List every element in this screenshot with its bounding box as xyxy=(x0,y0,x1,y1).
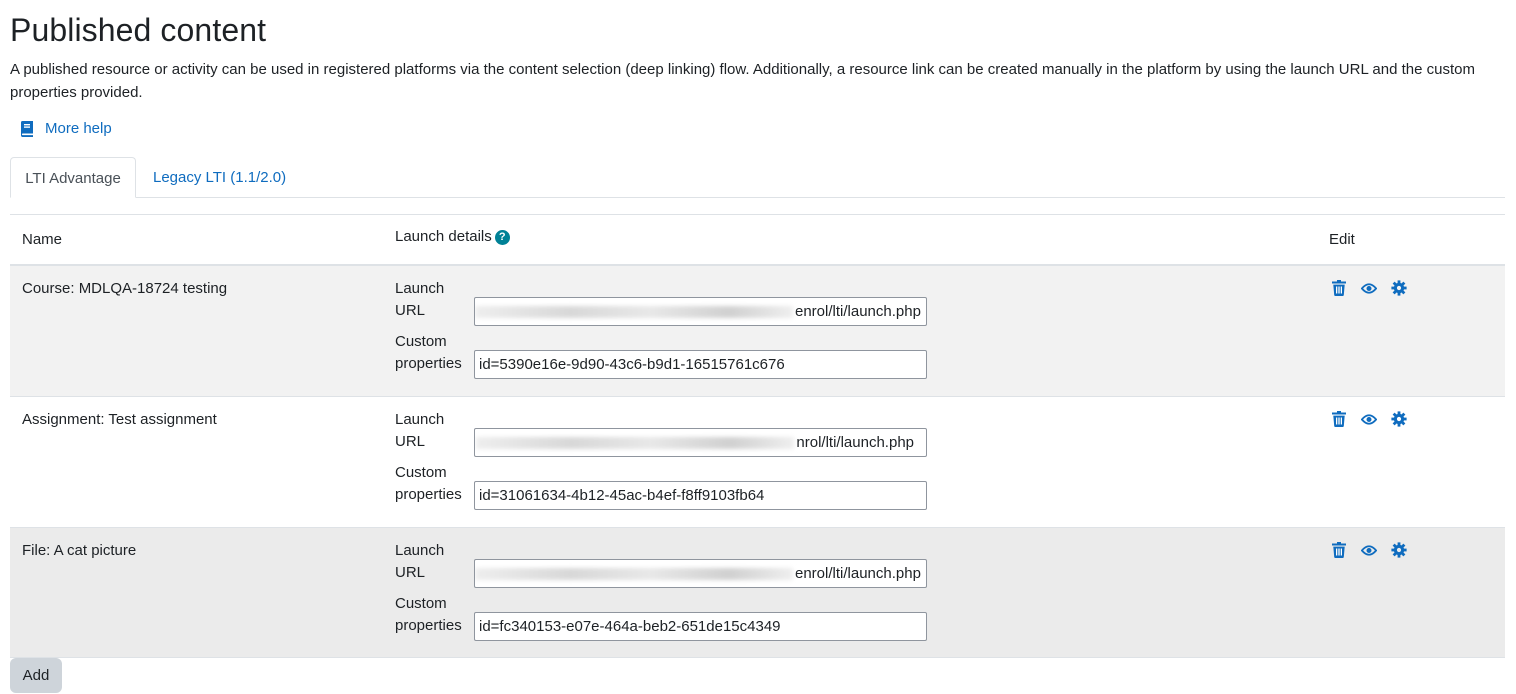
add-button[interactable]: Add xyxy=(10,658,62,693)
row-name: File: A cat picture xyxy=(22,542,137,559)
custom-properties-label: Custom properties xyxy=(395,595,462,634)
eye-icon[interactable] xyxy=(1361,280,1377,296)
custom-properties-field[interactable]: id=31061634-4b12-45ac-b4ef-f8ff9103fb64 xyxy=(474,481,927,510)
launch-url-label: Launch URL xyxy=(395,280,445,319)
launch-url-label: Launch URL xyxy=(395,542,445,581)
header-name: Name xyxy=(22,231,63,248)
custom-properties-label: Custom properties xyxy=(395,464,462,503)
trash-icon[interactable] xyxy=(1331,542,1347,558)
redacted-url xyxy=(476,437,795,450)
redacted-url xyxy=(475,306,793,319)
custom-properties-field[interactable]: id=5390e16e-9d90-43c6-b9d1-16515761c676 xyxy=(474,350,927,379)
book-icon xyxy=(21,120,33,137)
published-content-table: Name Launch details ? Edit Course: MDLQA… xyxy=(10,214,1505,658)
trash-icon[interactable] xyxy=(1331,411,1347,427)
launch-url-field[interactable]: enrol/lti/launch.php xyxy=(474,297,927,326)
header-launch-label: Launch details xyxy=(395,228,492,245)
gear-icon[interactable] xyxy=(1391,411,1407,427)
launch-url-field[interactable]: nrol/lti/launch.php xyxy=(474,428,927,457)
trash-icon[interactable] xyxy=(1331,280,1347,296)
header-launch-details: Launch details ? xyxy=(395,212,510,262)
redacted-url xyxy=(475,568,793,581)
table-row: Assignment: Test assignment Launch URL nr… xyxy=(10,397,1505,528)
more-help-label: More help xyxy=(45,120,112,137)
row-actions xyxy=(1331,280,1407,296)
page-title: Published content xyxy=(10,12,267,48)
row-actions xyxy=(1331,411,1407,427)
table-header: Name Launch details ? Edit xyxy=(10,215,1505,266)
row-actions xyxy=(1331,542,1407,558)
gear-icon[interactable] xyxy=(1391,542,1407,558)
tab-legacy-lti[interactable]: Legacy LTI (1.1/2.0) xyxy=(137,157,302,198)
custom-properties-label: Custom properties xyxy=(395,333,462,372)
launch-url-label: Launch URL xyxy=(395,411,445,450)
eye-icon[interactable] xyxy=(1361,411,1377,427)
more-help-link[interactable]: More help xyxy=(20,120,112,137)
page-description: A published resource or activity can be … xyxy=(10,61,1475,101)
launch-url-field[interactable]: enrol/lti/launch.php xyxy=(474,559,927,588)
tab-lti-advantage[interactable]: LTI Advantage xyxy=(10,157,136,198)
tab-bar: LTI Advantage Legacy LTI (1.1/2.0) xyxy=(10,157,1505,198)
gear-icon[interactable] xyxy=(1391,280,1407,296)
table-row: File: A cat picture Launch URL enrol/lti/… xyxy=(10,528,1505,658)
row-name: Course: MDLQA-18724 testing xyxy=(22,280,228,297)
header-edit: Edit xyxy=(1329,231,1355,248)
eye-icon[interactable] xyxy=(1361,542,1377,558)
table-row: Course: MDLQA-18724 testing Launch URL en… xyxy=(10,266,1505,397)
row-name: Assignment: Test assignment xyxy=(22,411,217,428)
question-icon[interactable]: ? xyxy=(494,229,510,245)
custom-properties-field[interactable]: id=fc340153-e07e-464a-beb2-651de15c4349 xyxy=(474,612,927,641)
